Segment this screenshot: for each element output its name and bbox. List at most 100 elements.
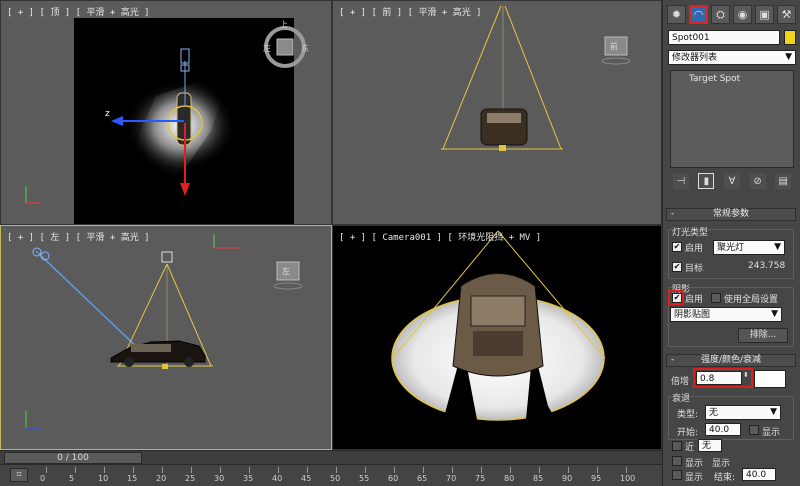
decay-type-value: 无 (709, 408, 719, 418)
intensity-rollout[interactable]: - 强度/颜色/衰减 (666, 354, 796, 367)
stack-item-target-spot[interactable]: Target Spot (675, 74, 789, 84)
timeline-tick-mark (510, 467, 511, 473)
stack-toolbar: ⊣ ▮ ∀ ⊘ ▤ (668, 172, 796, 190)
timeline-tick-label: 30 (214, 474, 225, 483)
timeline-tick-label: 85 (533, 474, 544, 483)
shadow-type-value: 阴影贴图 (674, 310, 711, 320)
timeline-tick-mark (394, 467, 395, 473)
make-unique-icon[interactable]: ∀ (723, 173, 740, 189)
track-bar[interactable]: ⌗ 0 5 10 15 20 25 30 35 40 45 50 55 60 65 70 75 80 85 90 95… (0, 464, 662, 486)
timeline-tick-label: 35 (243, 474, 254, 483)
viewport-camera[interactable]: [ + ] [ Camera001 ] [ 环境光阻挡 + MV ] (332, 225, 662, 450)
modifier-list-dropdown[interactable]: 修改器列表 ▼ (668, 50, 796, 65)
timeline-tick-label: 40 (272, 474, 283, 483)
target-checkbox[interactable]: ✔ (672, 262, 682, 272)
timeline-tick-mark (75, 467, 76, 473)
viewport-left-label[interactable]: [ + ] [ 左 ] [ 平滑 + 高光 ] (7, 230, 150, 243)
object-name-input[interactable]: Spot001 (668, 30, 780, 45)
exclude-button[interactable]: 排除... (738, 328, 788, 343)
timeline-tick-label: 95 (591, 474, 602, 483)
timeline-tick-mark (249, 467, 250, 473)
light-type-dropdown[interactable]: 聚光灯 ▼ (713, 240, 785, 255)
near-atten-value[interactable]: 无 (698, 439, 722, 452)
timeline-tick-label: 10 (98, 474, 109, 483)
viewcube-front-label: 前 (610, 42, 618, 51)
timeline-tick-mark (133, 467, 134, 473)
timeline-tick-label: 25 (185, 474, 196, 483)
key-mode-icon[interactable]: ⌗ (10, 468, 28, 482)
end-input[interactable]: 40.0 (742, 468, 776, 481)
end-label: 结束: (714, 473, 736, 483)
timeline-tick-mark (597, 467, 598, 473)
show-checkbox-1[interactable] (672, 456, 682, 466)
timeline-tick-mark (568, 467, 569, 473)
multiplier-label: 倍增 (671, 377, 690, 387)
configure-sets-icon[interactable]: ▤ (775, 173, 792, 189)
show-label-1: 显示 (685, 459, 704, 469)
modifier-stack[interactable]: Target Spot (670, 70, 794, 168)
time-slider[interactable]: 0 / 100 (4, 452, 142, 464)
timeline-tick-label: 50 (330, 474, 341, 483)
decay-show-label: 显示 (762, 428, 781, 438)
timeline-tick-label: 0 (40, 474, 46, 483)
viewcube-left-face-label: 左 (282, 267, 290, 276)
motion-tab-icon[interactable]: ◉ (733, 5, 752, 24)
viewport-front-label[interactable]: [ + ] [ 前 ] [ 平滑 + 高光 ] (339, 5, 482, 18)
timeline-tick-label: 45 (301, 474, 312, 483)
timeline-tick-mark (307, 467, 308, 473)
decay-show-checkbox[interactable] (749, 425, 759, 435)
modify-tab-icon[interactable]: ◠ (689, 5, 708, 24)
chevron-down-icon: ▼ (785, 52, 792, 62)
viewport-top-label[interactable]: [ + ] [ 顶 ] [ 平滑 + 高光 ] (7, 5, 150, 18)
timeline-tick-label: 80 (504, 474, 515, 483)
object-color-swatch[interactable] (784, 30, 796, 45)
shadow-type-dropdown[interactable]: 阴影贴图 ▼ (670, 307, 782, 322)
viewcube-top-label: 上 (280, 20, 288, 29)
timeline-tick-mark (365, 467, 366, 473)
pin-stack-icon[interactable]: ⊣ (672, 173, 689, 189)
shadow-enable-checkbox[interactable]: ✔ (672, 293, 682, 303)
decay-start-input[interactable]: 40.0 (705, 423, 741, 436)
light-color-swatch[interactable] (754, 370, 786, 388)
timeline-tick-mark (626, 467, 627, 473)
viewport-left[interactable]: [ + ] [ 左 ] [ 平滑 + 高光 ] 左 (0, 225, 332, 450)
multiplier-input[interactable]: 0.8 (696, 371, 742, 385)
remove-modifier-icon[interactable]: ⊘ (749, 173, 766, 189)
timeline-tick-label: 65 (417, 474, 428, 483)
target-label: 目标 (685, 264, 704, 274)
light-enable-checkbox[interactable]: ✔ (672, 242, 682, 252)
timeline-tick-mark (104, 467, 105, 473)
viewport-front[interactable]: [ + ] [ 前 ] [ 平滑 + 高光 ] 前 (332, 0, 662, 225)
chevron-down-icon: ▼ (774, 242, 781, 252)
decay-type-label: 类型: (677, 410, 699, 420)
near-atten-label: 近 (685, 443, 695, 453)
timeline-tick-mark (481, 467, 482, 473)
hierarchy-tab-icon[interactable]: ⛭ (711, 5, 730, 24)
utilities-tab-icon[interactable]: ⚒ (777, 5, 796, 24)
decay-type-dropdown[interactable]: 无 ▼ (705, 405, 781, 420)
create-tab-icon[interactable]: ✹ (667, 5, 686, 24)
modifier-list-label: 修改器列表 (672, 53, 718, 63)
show-label-2: 显示 (712, 459, 731, 469)
collapse-icon: - (671, 355, 675, 365)
collapse-icon: - (671, 209, 675, 219)
timeline-tick-mark (278, 467, 279, 473)
timeline-tick-mark (336, 467, 337, 473)
display-tab-icon[interactable]: ▣ (755, 5, 774, 24)
near-atten-checkbox[interactable] (672, 441, 682, 451)
chevron-down-icon: ▼ (771, 309, 778, 319)
use-global-settings-checkbox[interactable] (711, 293, 721, 303)
target-distance-value: 243.758 (748, 261, 786, 271)
timeline-tick-mark (452, 467, 453, 473)
viewport-top[interactable]: [ + ] [ 顶 ] [ 平滑 + 高光 ] z 上 左 东 (0, 0, 332, 225)
timeline-tick-label: 55 (359, 474, 370, 483)
timeline-tick-label: 20 (156, 474, 167, 483)
spinner-icon[interactable]: ⬍ (743, 371, 749, 379)
timeline-tick-mark (46, 467, 47, 473)
viewport-camera-label[interactable]: [ + ] [ Camera001 ] [ 环境光阻挡 + MV ] (339, 230, 541, 243)
show-end-result-icon[interactable]: ▮ (698, 173, 715, 189)
show-checkbox-3[interactable] (672, 470, 682, 480)
general-params-rollout[interactable]: - 常规参数 (666, 208, 796, 221)
axis-z-label: z (105, 109, 110, 119)
decay-start-label: 开始: (677, 428, 699, 438)
